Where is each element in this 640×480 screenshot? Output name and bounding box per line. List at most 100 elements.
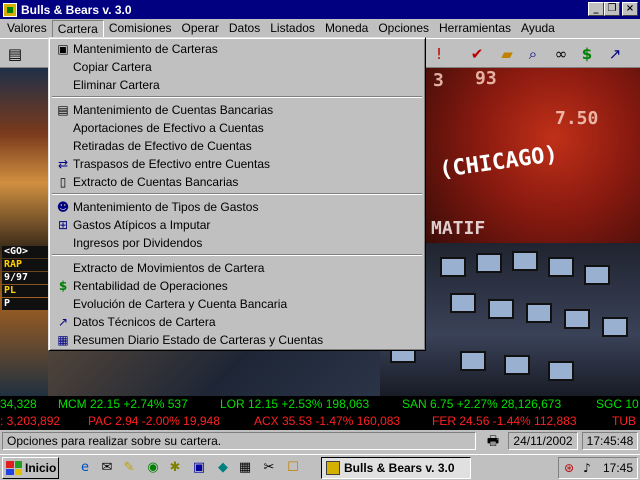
menu-moneda[interactable]: Moneda: [320, 20, 373, 38]
summary-icon: ▦: [57, 333, 69, 347]
minimize-button[interactable]: _: [588, 2, 604, 16]
maximize-button[interactable]: ❐: [604, 2, 620, 16]
menu-item-extracto-cuentas[interactable]: ▯ Extracto de Cuentas Bancarias: [51, 173, 423, 191]
outlook-icon[interactable]: ✉: [98, 459, 116, 477]
start-button[interactable]: Inicio: [2, 457, 59, 479]
monitor: [548, 361, 574, 381]
menu-datos[interactable]: Datos: [224, 20, 265, 38]
network-icon[interactable]: ⊛: [561, 460, 577, 476]
menu-cartera[interactable]: Cartera: [51, 19, 104, 38]
menu-item-retiradas[interactable]: Retiradas de Efectivo de Cuentas: [51, 137, 423, 155]
internet-explorer-icon[interactable]: e: [76, 459, 94, 477]
menu-operar[interactable]: Operar: [177, 20, 224, 38]
dollar-icon[interactable]: $: [576, 43, 598, 65]
menu-item-eliminar-cartera[interactable]: Eliminar Cartera: [51, 76, 423, 94]
menu-item-mantenimiento-cuentas[interactable]: ▤ Mantenimiento de Cuentas Bancarias: [51, 101, 423, 119]
monitor: [526, 303, 552, 323]
cartera-menu: ▣ Mantenimiento de Carteras Copiar Carte…: [48, 37, 426, 351]
menu-listados[interactable]: Listados: [265, 20, 320, 38]
menu-item-dividendos[interactable]: Ingresos por Dividendos: [51, 234, 423, 252]
start-label: Inicio: [25, 461, 57, 475]
chart-icon: ↗: [57, 315, 69, 329]
computer-icon[interactable]: ▣: [190, 459, 208, 477]
menu-item-copiar-cartera[interactable]: Copiar Cartera: [51, 58, 423, 76]
menu-item-datos-tecnicos[interactable]: ↗ Datos Técnicos de Cartera: [51, 313, 423, 331]
tray-clock[interactable]: 17:45: [603, 460, 633, 476]
status-bar: Opciones para realizar sobre su cartera.…: [0, 430, 640, 452]
notes-icon[interactable]: ☐: [284, 459, 302, 477]
menu-item-label: Rentabilidad de Operaciones: [73, 279, 228, 293]
bank-icon: ▤: [57, 103, 69, 117]
paint-icon[interactable]: ✂: [260, 459, 278, 477]
people-icon: ☻: [56, 200, 70, 214]
window-title: Bulls & Bears v. 3.0: [21, 2, 132, 17]
board-word: (CHICAGO): [437, 141, 560, 184]
taskbar-app-button[interactable]: Bulls & Bears v. 3.0: [321, 457, 471, 479]
menu-item-label: Mantenimiento de Carteras: [73, 42, 218, 56]
ticker-item: FER 24.56 -1.44% 112,883: [432, 414, 577, 428]
status-time: 17:45:48: [582, 432, 638, 450]
editor-icon[interactable]: ✎: [120, 459, 138, 477]
menu-separator: [52, 96, 422, 98]
binoculars-icon[interactable]: ∞: [550, 43, 572, 65]
menu-opciones[interactable]: Opciones: [373, 20, 434, 38]
monitor: [602, 317, 628, 337]
menu-valores[interactable]: Valores: [2, 20, 52, 38]
tree-icon: ⊞: [57, 218, 69, 232]
stock-ticker: 34,328 MCM 22.15 +2.74% 537 LOR 12.15 +2…: [0, 396, 640, 430]
printer-icon[interactable]: 🖶: [482, 432, 504, 450]
ticker-item: LOR 12.15 +2.53% 198,063: [220, 397, 370, 411]
menu-item-gastos-atipicos[interactable]: ⊞ Gastos Atípicos a Imputar: [51, 216, 423, 234]
monitor: [584, 265, 610, 285]
menu-item-evolucion[interactable]: Evolución de Cartera y Cuenta Bancaria: [51, 295, 423, 313]
search-icon[interactable]: ⌕: [522, 43, 544, 65]
tools-icon[interactable]: ✱: [166, 459, 184, 477]
document-icon[interactable]: ▤: [4, 43, 26, 65]
calendar-icon[interactable]: ▦: [236, 459, 254, 477]
transfer-icon: ⇄: [57, 157, 69, 171]
menu-item-label: Ingresos por Dividendos: [73, 236, 203, 250]
menu-comisiones[interactable]: Comisiones: [104, 20, 177, 38]
menu-item-rentabilidad[interactable]: $ Rentabilidad de Operaciones: [51, 277, 423, 295]
volume-icon[interactable]: ♪: [579, 460, 595, 476]
menu-item-label: Copiar Cartera: [73, 60, 152, 74]
monitor: [564, 309, 590, 329]
menu-herramientas[interactable]: Herramientas: [434, 20, 516, 38]
close-button[interactable]: ×: [622, 2, 638, 16]
left-ticker-line: PL: [2, 285, 48, 297]
system-tray: ⊛ ♪ 17:45: [558, 457, 638, 479]
folder-icon[interactable]: ▰: [496, 43, 518, 65]
menu-item-resumen-diario[interactable]: ▦ Resumen Diario Estado de Carteras y Cu…: [51, 331, 423, 349]
ticker-item: ACX 35.53 -1.47% 160,083: [254, 414, 401, 428]
menu-item-traspasos[interactable]: ⇄ Traspasos de Efectivo entre Cuentas: [51, 155, 423, 173]
menu-separator: [52, 193, 422, 195]
title-bar: Bulls & Bears v. 3.0 _ ❐ ×: [0, 0, 640, 19]
menu-item-label: Traspasos de Efectivo entre Cuentas: [73, 157, 270, 171]
task-label: Bulls & Bears v. 3.0: [344, 461, 455, 475]
status-message: Opciones para realizar sobre su cartera.: [2, 432, 476, 450]
menu-item-label: Resumen Diario Estado de Carteras y Cuen…: [73, 333, 324, 347]
dollar-icon: $: [58, 279, 68, 293]
menu-item-label: Datos Técnicos de Cartera: [73, 315, 216, 329]
globe-icon[interactable]: ◉: [144, 459, 162, 477]
board-number: 3: [433, 70, 444, 91]
menu-item-tipos-gastos[interactable]: ☻ Mantenimiento de Tipos de Gastos: [51, 198, 423, 216]
left-ticker-line: P: [2, 298, 48, 310]
app-icon: [326, 461, 340, 475]
menu-item-aportaciones[interactable]: Aportaciones de Efectivo a Cuentas: [51, 119, 423, 137]
left-ticker-line: RAP: [2, 259, 48, 271]
ticker-item: : 3,203,892: [0, 414, 61, 428]
menu-item-mantenimiento-carteras[interactable]: ▣ Mantenimiento de Carteras: [51, 40, 423, 58]
chicago-board: 3 93 7.50 (CHICAGO) MATIF: [425, 68, 640, 243]
menu-item-label: Gastos Atípicos a Imputar: [73, 218, 211, 232]
check-icon[interactable]: ✔: [466, 43, 488, 65]
chart-icon[interactable]: ↗: [604, 43, 626, 65]
alert-icon[interactable]: !: [428, 43, 450, 65]
left-ticker-line: <GO>: [2, 246, 48, 258]
app-icon[interactable]: [3, 2, 17, 17]
menu-ayuda[interactable]: Ayuda: [516, 20, 560, 38]
left-ticker: <GO> RAP 9/97 PL P: [2, 246, 48, 311]
eraser-icon[interactable]: ◆: [214, 459, 232, 477]
menu-item-extracto-movimientos[interactable]: Extracto de Movimientos de Cartera: [51, 259, 423, 277]
monitor: [476, 253, 502, 273]
